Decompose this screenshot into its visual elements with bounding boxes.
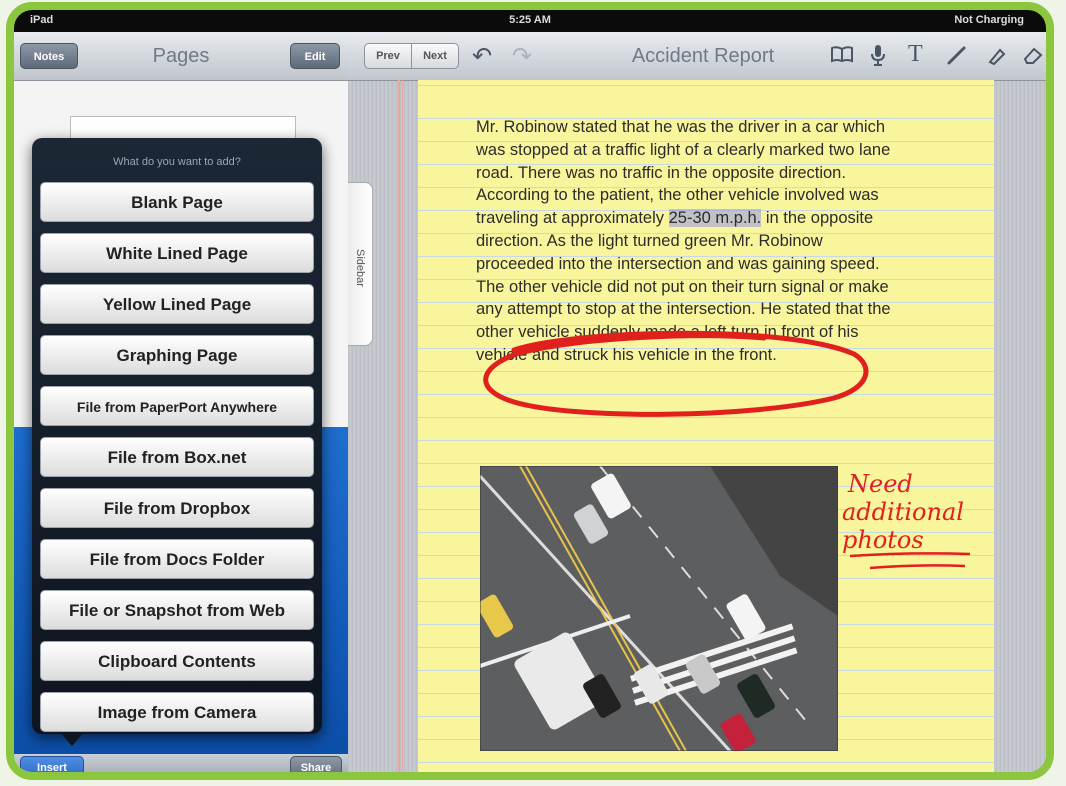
red-ink-circle — [483, 330, 869, 417]
notes-back-button[interactable]: Notes — [20, 43, 78, 69]
handwritten-note: Need additional photos — [842, 470, 971, 570]
menu-item-blank-page[interactable]: Blank Page — [40, 182, 314, 222]
app-frame: iPad 5:25 AM Not Charging Notes Pages Ed… — [6, 2, 1054, 780]
menu-item-file-from-paperport[interactable]: File from PaperPort Anywhere — [40, 386, 314, 426]
menu-item-file-from-docs-folder[interactable]: File from Docs Folder — [40, 539, 314, 579]
page-margin-line — [398, 80, 400, 772]
note-line: Mr. Robinow stated that he was the drive… — [476, 118, 886, 136]
handwriting-word: Need — [847, 470, 913, 498]
menu-item-file-from-dropbox[interactable]: File from Dropbox — [40, 488, 314, 528]
edit-button[interactable]: Edit — [290, 43, 340, 69]
status-time: 5:25 AM — [509, 14, 551, 26]
undo-icon[interactable]: ↶ — [472, 42, 492, 71]
pen-icon[interactable] — [946, 44, 968, 72]
note-line: proceeded into the intersection and was … — [476, 254, 880, 273]
note-title: Accident Report — [631, 45, 775, 67]
menu-item-white-lined-page[interactable]: White Lined Page — [40, 233, 314, 273]
menu-item-yellow-lined-page[interactable]: Yellow Lined Page — [40, 284, 314, 324]
note-line: was stopped at a traffic light of a clea… — [476, 140, 891, 159]
next-button[interactable]: Next — [411, 43, 459, 69]
microphone-icon[interactable] — [870, 44, 886, 72]
page-margin-line-2 — [402, 80, 403, 772]
redo-icon[interactable]: ↷ — [512, 42, 532, 71]
insert-popover: What do you want to add? Blank Page Whit… — [32, 138, 322, 746]
note-line: direction. As the light turned green Mr.… — [476, 231, 823, 250]
book-icon[interactable] — [830, 44, 854, 70]
prev-button[interactable]: Prev — [364, 43, 412, 69]
eraser-icon[interactable] — [1022, 44, 1044, 72]
note-line: road. There was no traffic in the opposi… — [476, 163, 846, 182]
menu-item-clipboard-contents[interactable]: Clipboard Contents — [40, 641, 314, 681]
text-icon[interactable]: T — [908, 41, 923, 68]
highlighter-icon[interactable] — [986, 44, 1008, 72]
note-fragment: in the opposite — [765, 209, 874, 228]
highlighted-speed: 25-30 m.p.h. — [668, 209, 762, 228]
share-button[interactable]: Share — [290, 756, 342, 772]
menu-item-graphing-page[interactable]: Graphing Page — [40, 335, 314, 375]
pages-title: Pages — [152, 45, 210, 67]
pages-bottom-toolbar: Insert Share — [14, 754, 348, 772]
popover-header: What do you want to add? — [113, 156, 241, 168]
sidebar-tab[interactable]: Sidebar — [348, 182, 373, 346]
popover-arrow — [60, 732, 84, 746]
note-line: According to the patient, the other vehi… — [476, 186, 879, 205]
battery-status: Not Charging — [954, 14, 1024, 26]
note-fragment: traveling at approximately — [476, 209, 665, 228]
note-line: traveling at approximately 25-30 m.p.h. … — [476, 207, 976, 230]
note-line: The other vehicle did not put on their t… — [476, 277, 889, 296]
menu-item-image-from-camera[interactable]: Image from Camera — [40, 692, 314, 732]
insert-button[interactable]: Insert — [20, 756, 84, 772]
menu-item-file-or-snapshot-web[interactable]: File or Snapshot from Web — [40, 590, 314, 630]
status-bar: iPad 5:25 AM Not Charging — [14, 10, 1046, 32]
menu-item-file-from-boxnet[interactable]: File from Box.net — [40, 437, 314, 477]
handwriting-word: additional — [842, 498, 964, 526]
note-navbar: Prev Next ↶ ↷ Accident Report T — [348, 32, 1046, 81]
handwriting-word: photos — [842, 526, 924, 554]
street-photo[interactable] — [480, 466, 838, 751]
sidebar-label: Sidebar — [354, 249, 366, 287]
pages-navbar: Notes Pages Edit — [14, 32, 348, 81]
